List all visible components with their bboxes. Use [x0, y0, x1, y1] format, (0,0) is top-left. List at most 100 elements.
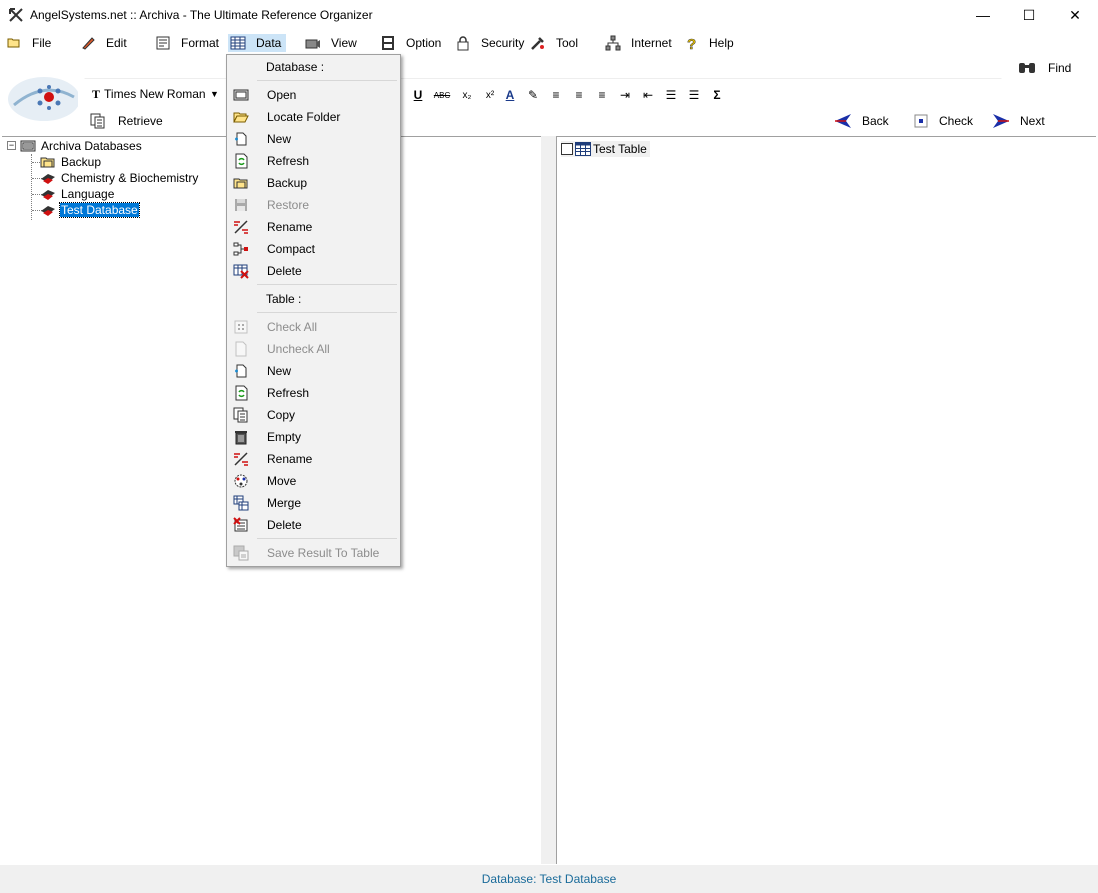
database-icon [40, 170, 56, 186]
retrieve-button[interactable]: Retrieve [90, 112, 163, 130]
menu-format[interactable]: Format [155, 34, 219, 52]
indent-button[interactable]: ⇥ [617, 87, 633, 103]
tree-item-backup[interactable]: Backup [40, 154, 102, 170]
menu-security[interactable]: Security [455, 34, 524, 52]
menu-internet[interactable]: Internet [605, 34, 672, 52]
menu-item-database-restore[interactable]: Restore [229, 194, 398, 216]
superscript-button[interactable]: x² [482, 87, 498, 103]
merge-icon [233, 495, 249, 511]
format-icon [155, 35, 171, 51]
menu-help[interactable]: ? Help [683, 34, 734, 52]
window-title: AngelSystems.net :: Archiva - The Ultima… [30, 8, 373, 22]
menu-item-database-backup[interactable]: Backup [229, 172, 398, 194]
menu-item-database-locate-folder[interactable]: Locate Folder [229, 106, 398, 128]
menu-option[interactable]: Option [380, 34, 441, 52]
menu-item-table-delete[interactable]: Delete [229, 514, 398, 536]
font-color-button[interactable]: A [502, 87, 518, 103]
menu-item-database-rename[interactable]: Rename [229, 216, 398, 238]
arrow-left-icon [834, 113, 852, 129]
menu-item-table-move[interactable]: Move [229, 470, 398, 492]
font-icon: T [92, 86, 101, 101]
back-button[interactable]: Back [834, 112, 889, 130]
menu-separator [257, 80, 397, 81]
open-db-icon [233, 87, 249, 103]
menu-item-table-uncheck-all[interactable]: Uncheck All [229, 338, 398, 360]
menu-item-save-result-to-table[interactable]: Save Result To Table [229, 542, 398, 564]
menu-item-database-delete[interactable]: Delete [229, 260, 398, 282]
tree-item-test-database[interactable]: Test Database [40, 202, 140, 218]
rename-icon [233, 219, 249, 235]
outdent-button[interactable]: ⇤ [640, 87, 656, 103]
rename-icon [233, 451, 249, 467]
menu-file[interactable]: File [6, 34, 51, 52]
database-icon [40, 186, 56, 202]
delete-db-icon [233, 263, 249, 279]
chevron-down-icon: ▼ [210, 89, 219, 99]
pen-icon [80, 35, 96, 51]
menu-separator [257, 284, 397, 285]
panel-splitter[interactable] [541, 136, 556, 864]
align-right-button[interactable]: ≡ [594, 87, 610, 103]
refresh-icon [233, 385, 249, 401]
sum-button[interactable]: Σ [709, 87, 725, 103]
menu-view[interactable]: View [305, 34, 357, 52]
maximize-button[interactable]: ☐ [1006, 0, 1052, 30]
highlight-button[interactable]: ✎ [525, 87, 541, 103]
numbered-list-button[interactable]: ☰ [686, 87, 702, 103]
menu-item-table-rename[interactable]: Rename [229, 448, 398, 470]
menu-item-table-copy[interactable]: Copy [229, 404, 398, 426]
menu-item-table-empty[interactable]: Empty [229, 426, 398, 448]
next-button[interactable]: Next [992, 112, 1045, 130]
underline-button[interactable]: U [410, 87, 426, 103]
align-left-button[interactable]: ≡ [548, 87, 564, 103]
table-checkbox[interactable] [561, 143, 573, 155]
svg-text:?: ? [687, 36, 696, 51]
menu-data[interactable]: Data [228, 34, 286, 52]
tree-item-chemistry-biochemistry[interactable]: Chemistry & Biochemistry [40, 170, 199, 186]
data-menu-dropdown: Database : Open Locate Folder New Refres… [226, 54, 401, 567]
check-button[interactable]: Check [913, 112, 973, 130]
menu-item-table-merge[interactable]: Merge [229, 492, 398, 514]
databases-icon [20, 138, 36, 154]
search-input[interactable] [84, 57, 1002, 79]
lock-icon [455, 35, 471, 51]
menu-separator [257, 312, 397, 313]
close-button[interactable]: ✕ [1052, 0, 1098, 30]
table-section-header: Table : [266, 292, 302, 306]
menu-edit[interactable]: Edit [80, 34, 127, 52]
menu-item-database-compact[interactable]: Compact [229, 238, 398, 260]
menu-item-database-refresh[interactable]: Refresh [229, 150, 398, 172]
option-icon [380, 35, 396, 51]
menu-tool[interactable]: Tool [530, 34, 578, 52]
compact-icon [233, 241, 249, 257]
database-section-header: Database : [266, 60, 325, 74]
table-icon [230, 35, 246, 51]
menu-item-database-new[interactable]: New [229, 128, 398, 150]
menu-item-table-refresh[interactable]: Refresh [229, 382, 398, 404]
check-all-icon [233, 319, 249, 335]
copy-icon [233, 407, 249, 423]
align-center-button[interactable]: ≡ [571, 87, 587, 103]
find-button[interactable]: Find [1018, 59, 1071, 77]
bullet-list-button[interactable]: ☰ [663, 87, 679, 103]
minimize-button[interactable]: — [960, 0, 1006, 30]
save-result-icon [233, 545, 249, 561]
table-item-test-table[interactable]: Test Table [561, 141, 650, 157]
menu-item-table-new[interactable]: New [229, 360, 398, 382]
new-icon [233, 363, 249, 379]
subscript-button[interactable]: x₂ [459, 87, 475, 103]
tree-item-language[interactable]: Language [40, 186, 115, 202]
menu-item-table-check-all[interactable]: Check All [229, 316, 398, 338]
font-name-select[interactable]: T Times New Roman ▼ [86, 84, 222, 104]
retrieve-icon [90, 113, 106, 129]
help-icon: ? [683, 35, 699, 51]
binoculars-icon [1018, 60, 1036, 76]
folder-open-icon [233, 109, 249, 125]
menu-item-database-open[interactable]: Open [229, 84, 398, 106]
table-icon [575, 142, 591, 156]
tree-root-archiva-databases[interactable]: Archiva Databases [20, 138, 143, 154]
menu-bar: File Edit Format Data View Option Securi… [0, 31, 1098, 55]
status-text: Database: Test Database [481, 872, 617, 886]
strikethrough-button[interactable]: ABC [434, 87, 450, 103]
tree-expander-icon[interactable]: − [7, 141, 16, 150]
